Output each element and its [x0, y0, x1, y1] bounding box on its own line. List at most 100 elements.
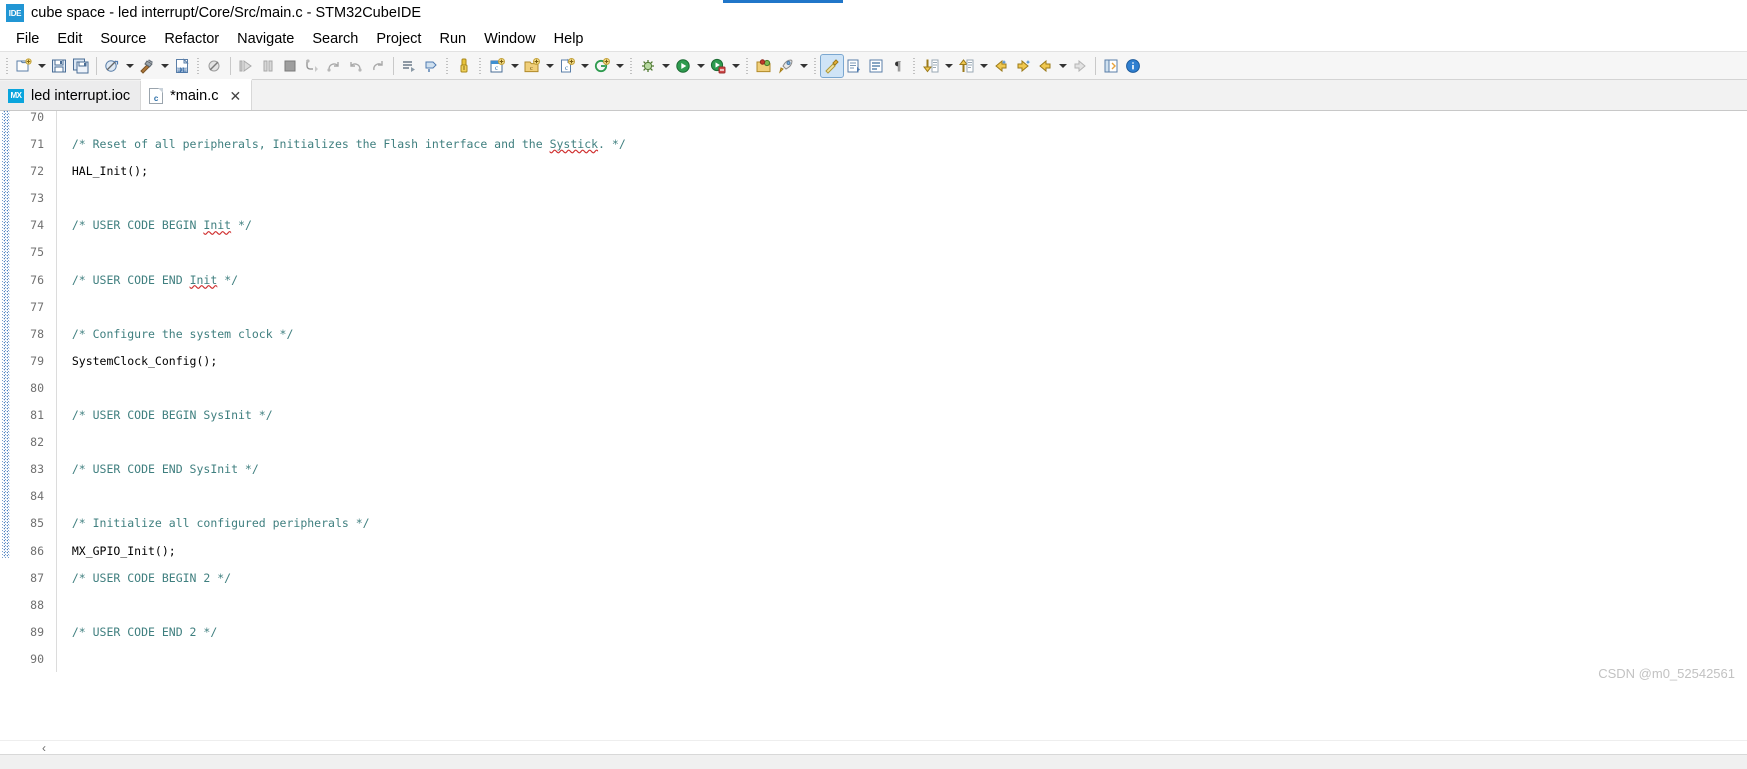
code-line[interactable]: 77	[0, 300, 1747, 315]
tab-main-c[interactable]: c *main.c ✕	[141, 79, 253, 110]
resume-icon[interactable]	[235, 55, 257, 77]
new-c-project-icon[interactable]: c	[486, 55, 508, 77]
open-element-icon[interactable]	[843, 55, 865, 77]
instruction-stepping-icon[interactable]	[398, 55, 420, 77]
code-content[interactable]: 70 71 /* Reset of all peripherals, Initia…	[0, 111, 1747, 672]
code-line[interactable]: 76 /* USER CODE END Init */	[0, 273, 1747, 288]
menu-project[interactable]: Project	[367, 29, 430, 49]
launch-dropdown-arrow[interactable]	[797, 55, 810, 77]
toolbar-separator	[230, 56, 231, 75]
drop-to-frame-icon[interactable]	[420, 55, 442, 77]
toggle-mark-occurrences-icon[interactable]	[820, 53, 844, 78]
code-line[interactable]: 78 /* Configure the system clock */	[0, 327, 1747, 342]
run-configurations-icon[interactable]	[707, 55, 729, 77]
forward-edit-icon[interactable]	[1012, 55, 1034, 77]
menu-help[interactable]: Help	[545, 29, 593, 49]
new-c-c++-project-icon[interactable]	[13, 55, 35, 77]
line-number: 82	[30, 435, 44, 450]
code-line[interactable]: 72 HAL_Init();	[0, 165, 1747, 179]
open-c-folder-icon[interactable]: c	[521, 55, 543, 77]
open-perspective-icon[interactable]	[1100, 55, 1122, 77]
run-configurations-dropdown-arrow[interactable]	[729, 55, 742, 77]
menu-window[interactable]: Window	[475, 29, 545, 49]
new-dropdown-arrow[interactable]	[35, 55, 48, 77]
back-dropdown-arrow[interactable]	[1056, 55, 1069, 77]
step-into-icon[interactable]	[301, 55, 323, 77]
code-line[interactable]: 79 SystemClock_Config();	[0, 354, 1747, 369]
build-all-icon[interactable]: 010	[171, 55, 193, 77]
open-resource-icon[interactable]	[753, 55, 775, 77]
next-annotation-dropdown-arrow[interactable]	[942, 55, 955, 77]
new-configuration-dropdown-arrow[interactable]	[613, 55, 626, 77]
next-annotation-icon[interactable]	[920, 55, 942, 77]
debug-bug-icon[interactable]	[637, 55, 659, 77]
show-whitespace-icon[interactable]	[865, 55, 887, 77]
toolbar-drag-handle[interactable]	[911, 56, 918, 75]
code-line[interactable]: 83 /* USER CODE END SysInit */	[0, 462, 1747, 477]
menu-run[interactable]: Run	[430, 29, 475, 49]
new-c-project-dropdown-arrow[interactable]	[508, 55, 521, 77]
code-line[interactable]: 73	[0, 192, 1747, 206]
debug-disabled-icon[interactable]	[204, 55, 226, 77]
menu-refactor[interactable]: Refactor	[155, 29, 228, 49]
toolbar-drag-handle[interactable]	[744, 56, 751, 75]
save-all-icon[interactable]	[70, 55, 92, 77]
code-line[interactable]: 71 /* Reset of all peripherals, Initiali…	[0, 137, 1747, 152]
code-line[interactable]: 84	[0, 490, 1747, 504]
toolbar-drag-handle[interactable]	[477, 56, 484, 75]
menu-search[interactable]: Search	[303, 29, 367, 49]
debug-dropdown-arrow[interactable]	[659, 55, 672, 77]
code-line[interactable]: 80	[0, 381, 1747, 396]
last-edit-location-icon[interactable]	[990, 55, 1012, 77]
new-c-file-dropdown-arrow[interactable]	[578, 55, 591, 77]
pilcrow-icon[interactable]: ¶	[887, 55, 909, 77]
code-line[interactable]: 87 /* USER CODE BEGIN 2 */	[0, 571, 1747, 586]
step-out-icon[interactable]	[367, 55, 389, 77]
code-line[interactable]: 88	[0, 598, 1747, 613]
code-line[interactable]: 75	[0, 246, 1747, 260]
menu-navigate[interactable]: Navigate	[228, 29, 303, 49]
terminate-icon[interactable]	[279, 55, 301, 77]
toolbar-drag-handle[interactable]	[4, 56, 11, 75]
menu-edit[interactable]: Edit	[48, 29, 91, 49]
toolbar-drag-handle[interactable]	[444, 56, 451, 75]
previous-annotation-icon[interactable]	[955, 55, 977, 77]
toolbar-drag-handle[interactable]	[628, 56, 635, 75]
save-icon[interactable]	[48, 55, 70, 77]
new-connection-icon[interactable]	[101, 55, 123, 77]
run-dropdown-arrow[interactable]	[694, 55, 707, 77]
code-line[interactable]: 81 /* USER CODE BEGIN SysInit */	[0, 408, 1747, 423]
code-line[interactable]: 70	[0, 111, 1747, 125]
info-icon[interactable]	[1122, 55, 1144, 77]
menu-source[interactable]: Source	[91, 29, 155, 49]
build-hammer-icon[interactable]	[136, 55, 158, 77]
build-dropdown-arrow[interactable]	[158, 55, 171, 77]
launch-icon[interactable]	[775, 55, 797, 77]
previous-annotation-dropdown-arrow[interactable]	[977, 55, 990, 77]
toolbar-drag-handle[interactable]	[812, 56, 819, 75]
new-connection-dropdown-arrow[interactable]	[123, 55, 136, 77]
scroll-left-arrow-icon[interactable]: ‹	[42, 741, 46, 755]
back-icon[interactable]	[1034, 55, 1056, 77]
horizontal-scrollbar[interactable]: ‹	[0, 740, 1747, 755]
run-icon[interactable]	[672, 55, 694, 77]
forward-icon[interactable]	[1069, 55, 1091, 77]
code-line[interactable]: 89 /* USER CODE END 2 */	[0, 625, 1747, 640]
code-line[interactable]: 82	[0, 436, 1747, 450]
new-configuration-icon[interactable]	[591, 55, 613, 77]
code-line[interactable]: 85 /* Initialize all configured peripher…	[0, 517, 1747, 531]
tab-close-icon[interactable]: ✕	[230, 89, 242, 103]
toolbar-drag-handle[interactable]	[195, 56, 202, 75]
menu-file[interactable]: File	[7, 29, 48, 49]
suspend-icon[interactable]	[257, 55, 279, 77]
open-c-folder-dropdown-arrow[interactable]	[543, 55, 556, 77]
code-line[interactable]: 74 /* USER CODE BEGIN Init */	[0, 219, 1747, 233]
code-line[interactable]: 90	[0, 652, 1747, 667]
step-over-icon[interactable]	[323, 55, 345, 77]
code-editor[interactable]: 70 71 /* Reset of all peripherals, Initia…	[0, 111, 1747, 672]
step-return-icon[interactable]	[345, 55, 367, 77]
new-c-file-icon[interactable]: c	[556, 55, 578, 77]
usb-device-icon[interactable]	[453, 55, 475, 77]
tab-led-interrupt-ioc[interactable]: MX led interrupt.ioc	[0, 81, 142, 110]
code-line[interactable]: 86 MX_GPIO_Init();	[0, 544, 1747, 559]
